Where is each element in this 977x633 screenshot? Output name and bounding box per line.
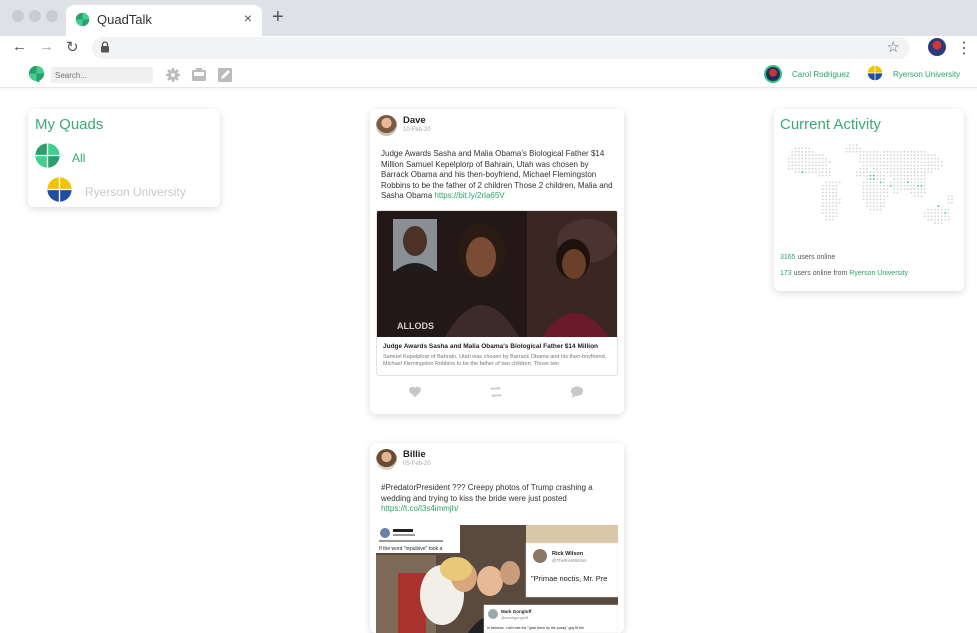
ryerson-logo-icon [867,65,883,81]
post-date: 10-Feb-20 [403,127,431,133]
inbox-icon[interactable] [191,67,207,83]
like-heart-icon[interactable] [408,385,422,399]
post-author[interactable]: Billie [403,449,426,460]
post-media-image: If the word "repulsive" took a Rick Wils… [376,525,618,633]
browser-tab[interactable]: QuadTalk × [66,5,262,36]
preview-watermark: ALLODS [397,321,434,331]
current-activity-title: Current Activity [780,116,881,133]
post-body: #PredatorPresident ??? Creepy photos of … [381,483,593,503]
post-link[interactable]: https://bit.ly/2rla65V [434,191,504,200]
users-from-count: 173 [780,270,792,277]
post-author[interactable]: Dave [403,115,426,126]
tweet-1-handle: @TheRickWilson [552,558,587,563]
tweet-reply-text: If the word "repulsive" took a [379,546,443,552]
browser-profile-avatar[interactable] [928,38,946,56]
preview-description: Samuel Kepelplorp of Bahrain, Utah was c… [383,354,607,367]
window-close-dot[interactable] [12,10,24,22]
new-tab-icon[interactable]: + [272,6,284,29]
tweet-2-name: Mark Gongloff [501,609,532,614]
author-avatar[interactable] [376,115,397,136]
address-bar[interactable]: ☆ [92,37,910,59]
my-quads-title: My Quads [35,116,104,133]
reload-icon[interactable]: ↻ [66,38,79,56]
users-online-text: users online [795,254,836,261]
author-avatar[interactable] [376,449,397,470]
tweet-2-handle: @markgongloff [501,615,529,620]
post-text: #PredatorPresident ??? Creepy photos of … [381,483,613,515]
post-link[interactable]: https://t.co/l3s4immjh/ [381,504,458,513]
post-card: Billie 05-Feb-20 #PredatorPresident ??? … [370,443,624,633]
user-name-link[interactable]: Carol Rodriguez [792,70,850,79]
browser-toolbar: ← → ↻ ☆ ⋮ [0,36,977,60]
quadtalk-logo-icon [75,12,90,27]
users-from-text: users online from [791,270,850,277]
window-minimize-dot[interactable] [29,10,41,22]
my-quads-panel: My Quads All Ryerson University [28,109,220,207]
ryerson-logo-icon[interactable] [46,176,73,203]
preview-image: ALLODS [377,211,617,337]
app-header: Carol Rodriguez Ryerson University [0,62,977,88]
preview-title: Judge Awards Sasha and Malia Obama's Bio… [383,343,599,350]
tweet-1-text: "Primae noctis, Mr. Pre [531,574,607,583]
current-activity-panel: Current Activity 3165 users online 173 u… [774,109,964,291]
window-maximize-dot[interactable] [46,10,58,22]
link-preview[interactable]: ALLODS Judge Awards Sasha and Malia Obam… [376,210,618,376]
repost-icon[interactable] [489,385,503,399]
lock-icon [101,41,109,53]
back-icon[interactable]: ← [12,38,27,55]
quad-item-label[interactable]: All [72,151,85,165]
tweet-1-name: Rick Wilson [552,551,584,557]
users-online-line: 3165 users online [780,254,835,261]
browser-menu-icon[interactable]: ⋮ [956,38,972,58]
user-avatar[interactable] [764,65,782,83]
university-link[interactable]: Ryerson University [893,70,960,79]
all-quads-icon[interactable] [34,142,61,169]
world-activity-map [787,144,953,225]
browser-tabbar: QuadTalk × + [0,0,977,36]
post-date: 05-Feb-20 [403,461,431,467]
users-from-line: 173 users online from Ryerson University [780,270,908,277]
quadtalk-logo-icon[interactable] [28,65,45,82]
post-card: Dave 10-Feb-20 Judge Awards Sasha and Ma… [370,109,624,414]
compose-icon[interactable] [217,67,233,83]
comment-icon[interactable] [570,385,584,399]
tweet-2-text: In fairness, I will note the "grab them … [487,626,584,630]
users-from-university[interactable]: Ryerson University [849,270,908,277]
quad-item-label[interactable]: Ryerson University [85,185,186,199]
post-actions [370,383,624,403]
bookmark-star-icon[interactable]: ☆ [887,38,900,56]
post-text: Judge Awards Sasha and Malia Obama's Bio… [381,149,613,202]
settings-icon[interactable] [165,67,181,83]
users-online-count: 3165 [780,254,796,261]
tab-title: QuadTalk [97,12,152,27]
tab-close-icon[interactable]: × [244,10,252,26]
forward-icon[interactable]: → [39,38,54,55]
post-media[interactable]: If the word "repulsive" took a Rick Wils… [376,525,618,633]
search-input[interactable] [51,67,153,83]
